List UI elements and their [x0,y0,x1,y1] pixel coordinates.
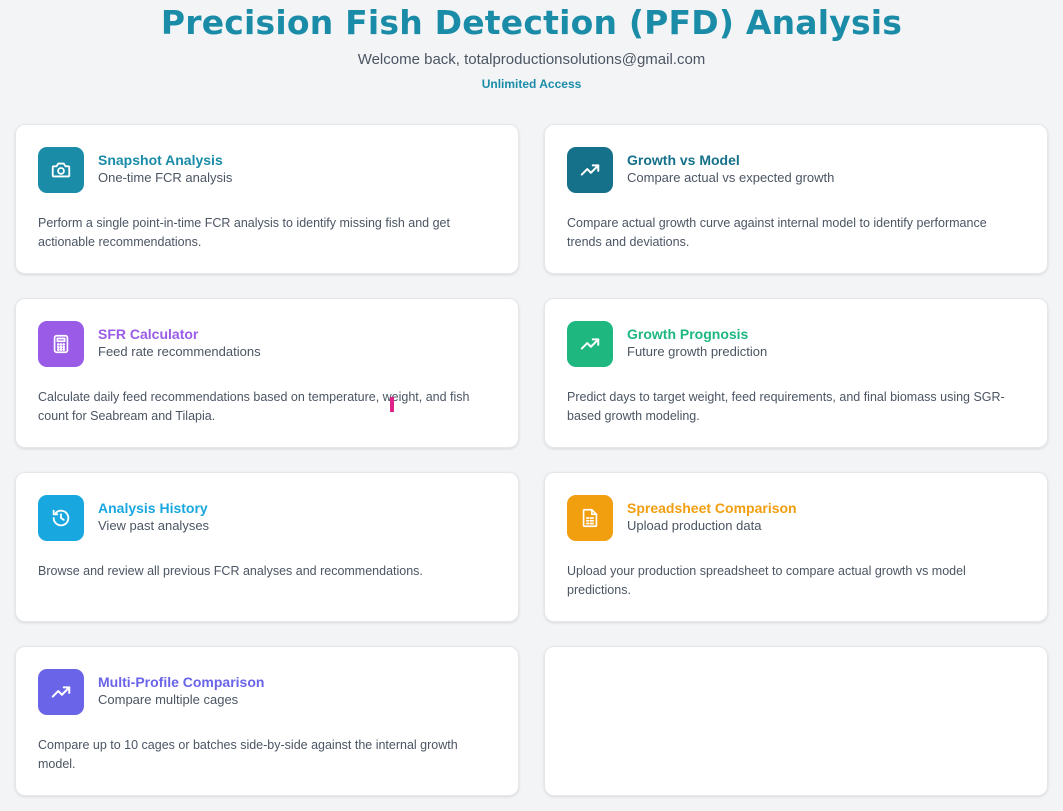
card-title: Spreadsheet Comparison [627,500,797,516]
growth-vs-model-icon-box [567,147,613,193]
card-description: Perform a single point-in-time FCR analy… [38,216,450,249]
card-subtitle: One-time FCR analysis [98,170,233,185]
page-title: Precision Fish Detection (PFD) Analysis [160,3,903,42]
page: Precision Fish Detection (PFD) Analysis … [0,0,1063,811]
card-subtitle: Upload production data [627,518,762,533]
history-icon [52,509,70,527]
card-title: Growth Prognosis [627,326,749,342]
multi-profile-comparison-icon-box [38,669,84,715]
card-description: Calculate daily feed recommendations bas… [38,390,470,423]
growth-vs-model-card[interactable]: Growth vs Model Compare actual vs expect… [544,124,1048,274]
card-title: Snapshot Analysis [98,152,223,168]
card-description: Compare up to 10 cages or batches side-b… [38,738,458,771]
card-title: Analysis History [98,500,208,516]
text-cursor [390,397,394,412]
multi-profile-comparison-card[interactable]: Multi-Profile Comparison Compare multipl… [15,646,519,796]
trending-up-icon [580,164,600,176]
card-subtitle: Compare actual vs expected growth [627,170,835,185]
growth-prognosis-icon-box [567,321,613,367]
card-description: Compare actual growth curve against inte… [567,216,987,249]
analysis-history-card[interactable]: Analysis History View past analyses Brow… [15,472,519,622]
spreadsheet-comparison-card[interactable]: Spreadsheet Comparison Upload production… [544,472,1048,622]
welcome-message: Welcome back, totalproductionsolutions@g… [357,51,706,68]
empty-card-placeholder [544,646,1048,796]
analysis-history-icon-box [38,495,84,541]
access-level-badge: Unlimited Access [481,77,582,91]
growth-prognosis-card[interactable]: Growth Prognosis Future growth predictio… [544,298,1048,448]
snapshot-analysis-icon-box [38,147,84,193]
card-title: Growth vs Model [627,152,740,168]
snapshot-analysis-card[interactable]: Snapshot Analysis One-time FCR analysis … [15,124,519,274]
card-title: SFR Calculator [98,326,199,342]
card-description: Upload your production spreadsheet to co… [567,564,966,597]
sfr-calculator-icon-box [38,321,84,367]
calculator-icon [53,334,69,354]
tools-grid: Snapshot Analysis One-time FCR analysis … [15,124,1048,796]
spreadsheet-icon [582,508,598,528]
card-subtitle: Compare multiple cages [98,692,239,707]
card-title: Multi-Profile Comparison [98,674,265,690]
card-subtitle: Feed rate recommendations [98,344,261,359]
card-subtitle: View past analyses [98,518,210,533]
sfr-calculator-card[interactable]: SFR Calculator Feed rate recommendations… [15,298,519,448]
trending-up-icon [51,686,71,698]
card-description: Browse and review all previous FCR analy… [38,564,423,578]
page-header: Precision Fish Detection (PFD) Analysis … [0,0,1063,92]
card-description: Predict days to target weight, feed requ… [567,390,1005,423]
camera-icon [51,162,71,178]
spreadsheet-comparison-icon-box [567,495,613,541]
card-subtitle: Future growth prediction [627,344,768,359]
trending-up-icon [580,338,600,350]
